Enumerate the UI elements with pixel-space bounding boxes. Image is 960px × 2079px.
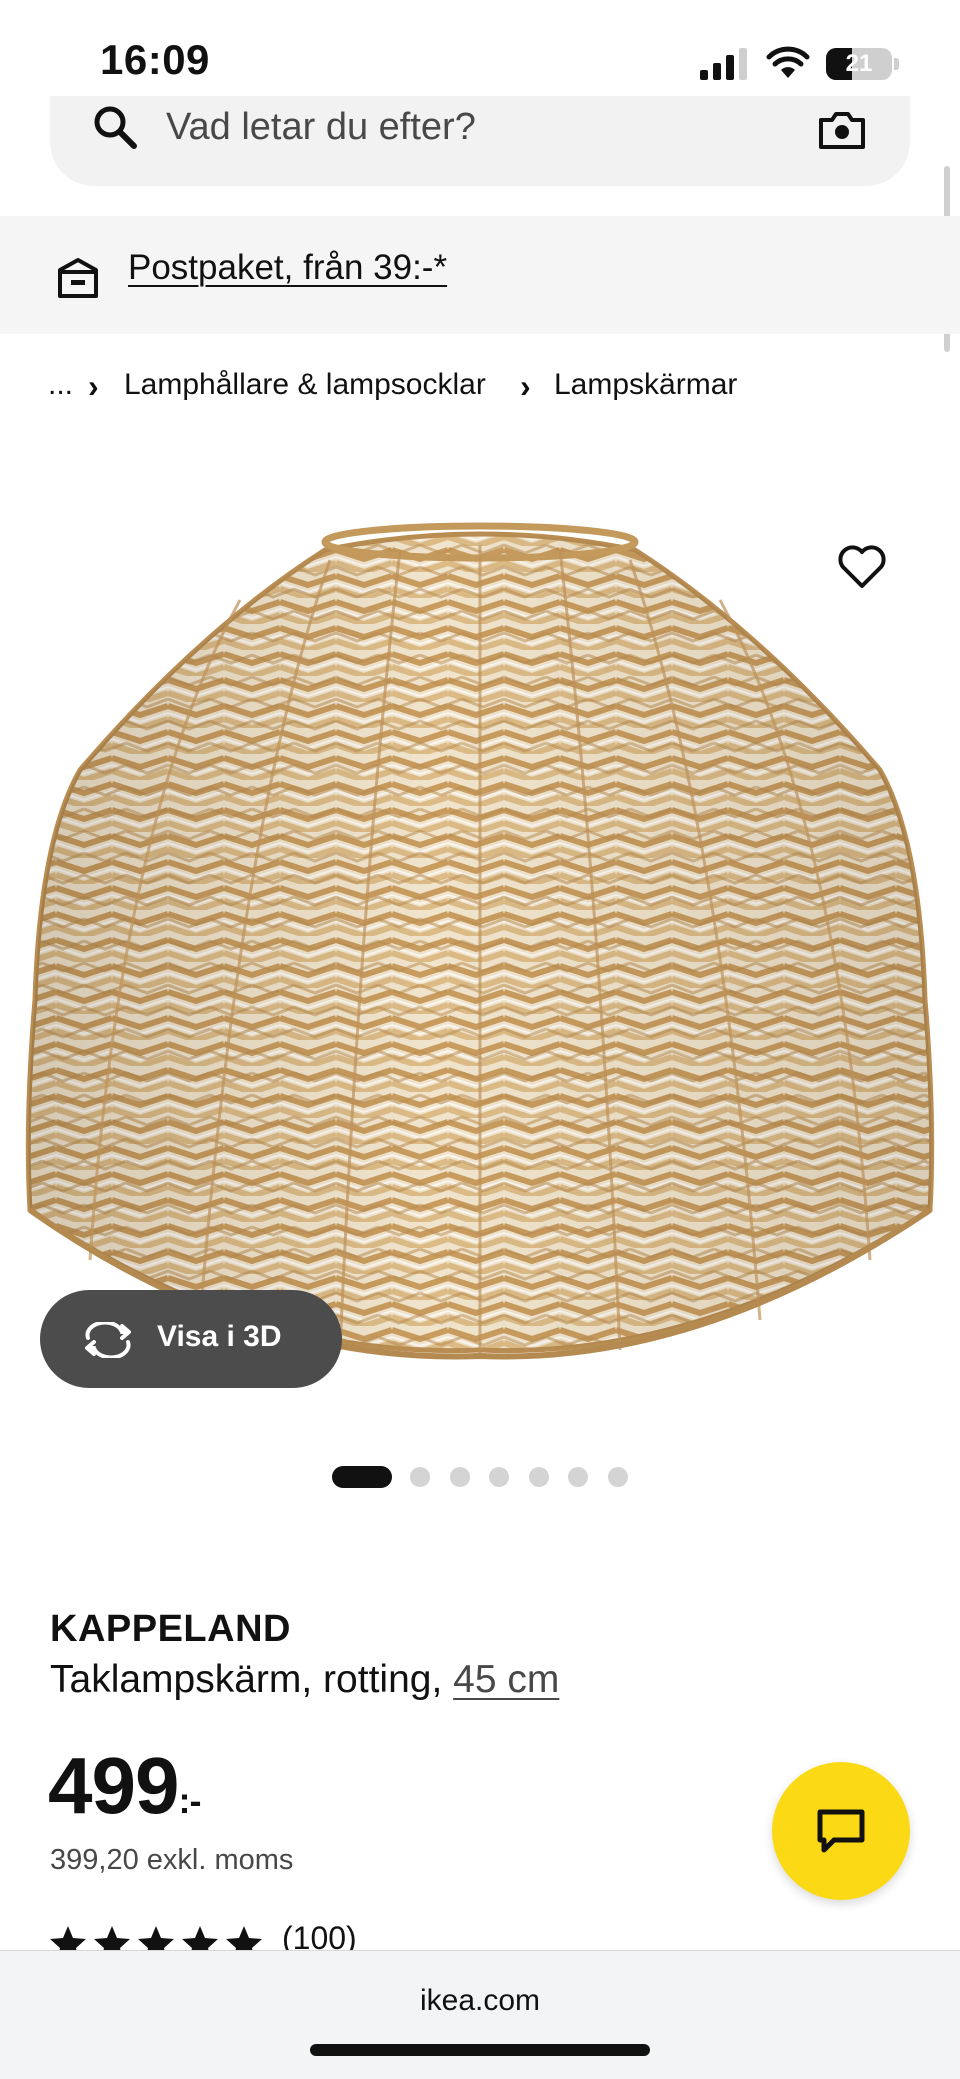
battery-percent: 21	[845, 50, 873, 77]
breadcrumb-item-lampskarmar[interactable]: Lampskärmar	[554, 368, 737, 402]
carousel-dot[interactable]	[608, 1467, 628, 1487]
chat-bubble-icon	[817, 1809, 865, 1853]
rotate-icon	[85, 1322, 131, 1358]
carousel-dot[interactable]	[450, 1467, 470, 1487]
heart-icon[interactable]	[836, 540, 888, 592]
camera-icon[interactable]	[818, 110, 866, 150]
breadcrumb-chevron-icon: ›	[88, 368, 99, 404]
status-time: 16:09	[100, 36, 210, 83]
browser-url[interactable]: ikea.com	[0, 1984, 960, 2018]
carousel-dot[interactable]	[489, 1467, 509, 1487]
price-suffix: :-	[178, 1780, 201, 1821]
battery-cap	[894, 58, 899, 70]
wifi-icon	[766, 46, 810, 78]
carousel-dot[interactable]	[410, 1467, 430, 1487]
product-price: 499:-	[48, 1740, 201, 1832]
price-excl-vat: 399,20 exkl. moms	[50, 1844, 294, 1876]
carousel-dot[interactable]	[529, 1467, 549, 1487]
view-3d-label[interactable]: Visa i 3D	[157, 1320, 282, 1354]
product-description: Taklampskärm, rotting, 45 cm	[50, 1658, 559, 1702]
shipping-link[interactable]: Postpaket, från 39:-*	[128, 248, 447, 288]
breadcrumb-item-lamphallare[interactable]: Lamphållare & lampsocklar	[124, 368, 486, 402]
breadcrumb-chevron-icon: ›	[520, 368, 531, 404]
battery-indicator: 21	[826, 48, 892, 80]
home-indicator[interactable]	[310, 2044, 650, 2056]
product-name: KAPPELAND	[50, 1608, 291, 1650]
price-value: 499	[48, 1741, 179, 1830]
signal-bars-icon	[700, 48, 747, 80]
product-size-link[interactable]: 45 cm	[453, 1658, 559, 1701]
product-description-text: Taklampskärm, rotting,	[50, 1658, 443, 1701]
search-icon[interactable]	[92, 106, 140, 150]
package-icon	[58, 258, 98, 298]
search-input[interactable]: Vad letar du efter?	[166, 106, 476, 149]
carousel-dot-active[interactable]	[332, 1466, 392, 1488]
carousel-dot[interactable]	[568, 1467, 588, 1487]
breadcrumb-ellipsis[interactable]: ...	[48, 368, 73, 402]
